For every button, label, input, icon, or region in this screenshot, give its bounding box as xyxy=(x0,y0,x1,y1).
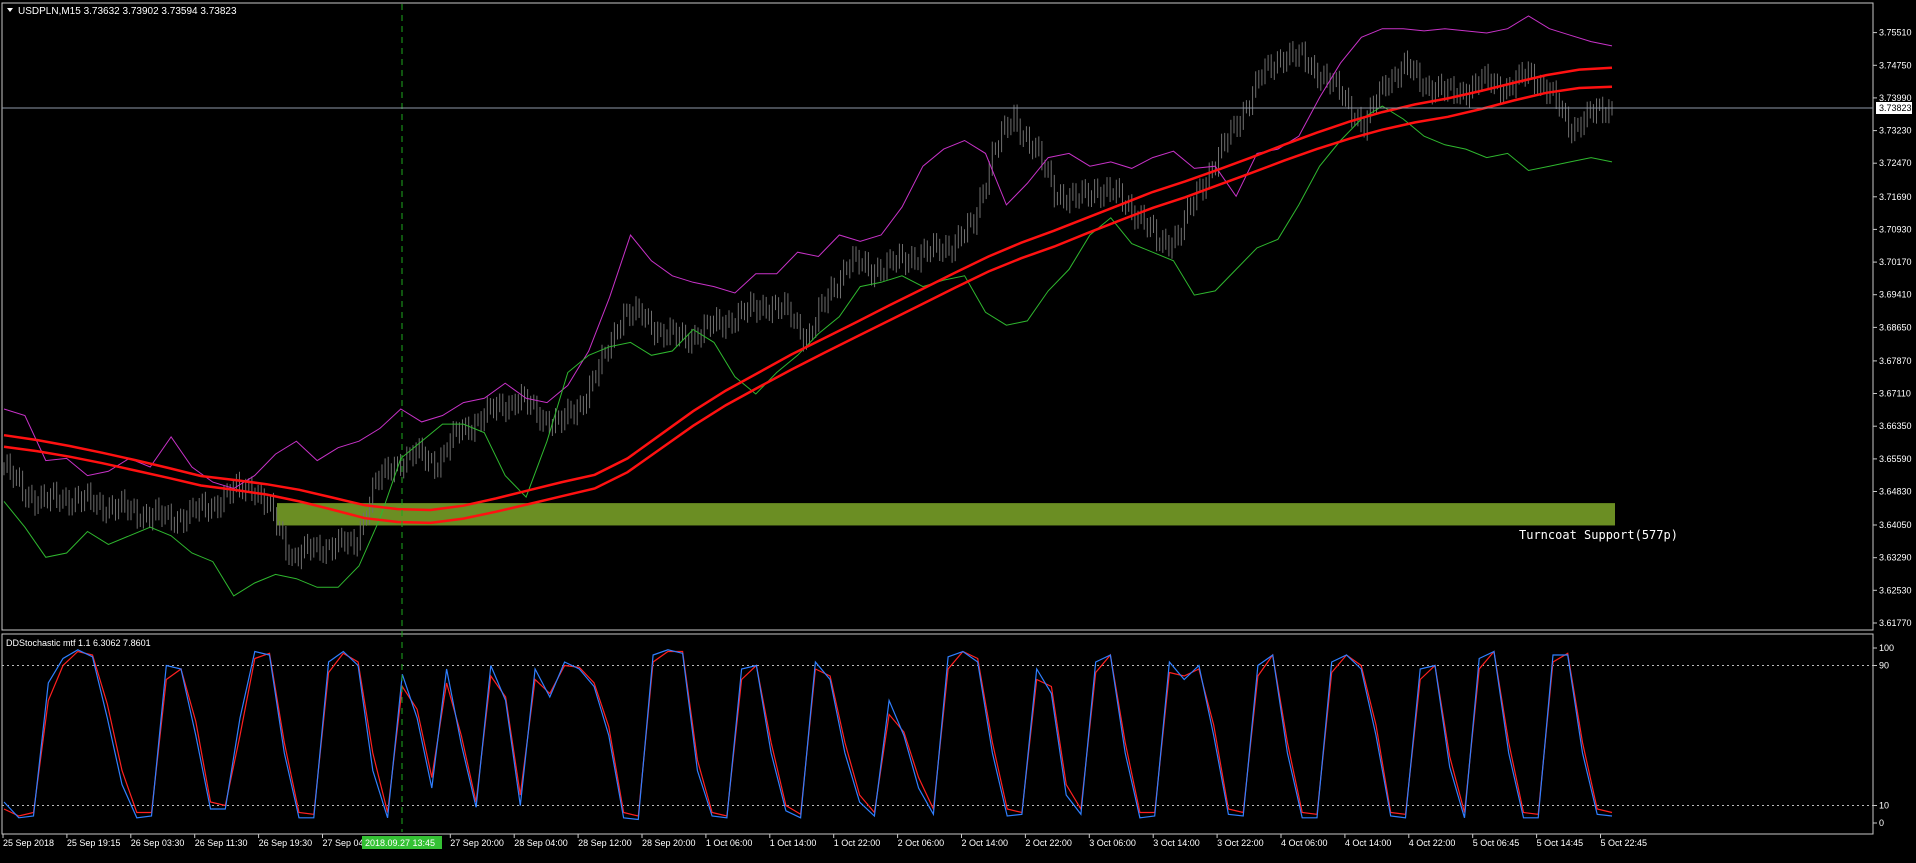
time-axis-label: 28 Sep 04:00 xyxy=(514,838,568,848)
time-axis-label: 5 Oct 06:45 xyxy=(1473,838,1520,848)
time-axis-label: 26 Sep 03:30 xyxy=(131,838,185,848)
time-axis-label: 5 Oct 14:45 xyxy=(1537,838,1584,848)
time-axis-label: 3 Oct 06:00 xyxy=(1089,838,1136,848)
price-axis-label: 3.67870 xyxy=(1879,356,1912,366)
price-axis-label: 3.74750 xyxy=(1879,60,1912,70)
price-axis-label: 3.67110 xyxy=(1879,389,1911,399)
time-axis-label: 3 Oct 22:00 xyxy=(1217,838,1264,848)
time-axis-label: 1 Oct 14:00 xyxy=(770,838,817,848)
price-axis-label: 3.64830 xyxy=(1879,487,1912,497)
time-axis-label: 2 Oct 06:00 xyxy=(898,838,945,848)
time-axis-label: 26 Sep 19:30 xyxy=(259,838,313,848)
price-axis-label: 3.75510 xyxy=(1879,28,1912,38)
stochastic-axis-label: 100 xyxy=(1879,643,1894,653)
support-zone-layer xyxy=(277,503,1615,526)
current-price-label: 3.73823 xyxy=(1879,103,1912,113)
price-axis-label: 3.70930 xyxy=(1879,224,1912,234)
time-axis-label: 28 Sep 12:00 xyxy=(578,838,632,848)
time-axis-label: 26 Sep 11:30 xyxy=(195,838,248,848)
price-axis-label: 3.64050 xyxy=(1879,520,1912,530)
time-axis-label: 25 Sep 2018 xyxy=(3,838,54,848)
price-axis-label: 3.71690 xyxy=(1879,192,1912,202)
price-axis-label: 3.69410 xyxy=(1879,290,1912,300)
stochastic-label: DDStochastic mtf 1.1 6.3062 7.8601 xyxy=(6,638,151,648)
price-axis-label: 3.65590 xyxy=(1879,454,1912,464)
time-axis-label: 2 Oct 14:00 xyxy=(962,838,1009,848)
price-axis-label: 3.66350 xyxy=(1879,421,1912,431)
price-axis-label: 3.63290 xyxy=(1879,553,1912,563)
price-axis-label: 3.70170 xyxy=(1879,257,1912,267)
time-axis-label: 2 Oct 22:00 xyxy=(1025,838,1072,848)
stochastic-axis-label: 90 xyxy=(1879,661,1889,671)
price-axis-label: 3.73990 xyxy=(1879,93,1912,103)
price-axis-label: 3.61770 xyxy=(1879,618,1912,628)
time-axis-label: 5 Oct 22:45 xyxy=(1601,838,1648,848)
main-panel-header: USDPLN,M15 3.73632 3.73902 3.73594 3.738… xyxy=(7,6,237,17)
time-axis-label: 28 Sep 20:00 xyxy=(642,838,696,848)
price-axis-label: 3.62530 xyxy=(1879,585,1912,595)
time-axis-label: 1 Oct 06:00 xyxy=(706,838,753,848)
support-zone-rect xyxy=(277,503,1615,526)
price-axis-label: 3.72470 xyxy=(1879,158,1912,168)
time-axis-label: 27 Sep 20:00 xyxy=(450,838,504,848)
time-axis-label: 4 Oct 06:00 xyxy=(1281,838,1328,848)
symbol-label: USDPLN,M15 3.73632 3.73902 3.73594 3.738… xyxy=(18,6,237,17)
time-axis-label: 25 Sep 19:15 xyxy=(67,838,121,848)
trading-chart[interactable]: 3.75510 3.74750 3.73990 3.73230 3.72470 3.716… xyxy=(0,0,1916,858)
time-axis-label: 4 Oct 14:00 xyxy=(1345,838,1392,848)
time-axis-label: 1 Oct 22:00 xyxy=(834,838,881,848)
price-axis-label: 3.68650 xyxy=(1879,322,1912,332)
time-axis-label: 4 Oct 22:00 xyxy=(1409,838,1456,848)
stochastic-axis-label: 10 xyxy=(1879,801,1889,811)
chart-canvas[interactable]: 3.75510 3.74750 3.73990 3.73230 3.72470 3.716… xyxy=(0,0,1916,858)
crosshair-date-label: 2018.09.27 13:45 xyxy=(365,838,435,848)
support-zone-label: Turncoat Support(577p) xyxy=(1519,528,1678,542)
time-axis-label: 3 Oct 14:00 xyxy=(1153,838,1200,848)
stochastic-axis-label: 0 xyxy=(1879,818,1884,828)
chart-background xyxy=(0,0,1916,858)
price-axis-label: 3.73230 xyxy=(1879,126,1912,136)
time-axis-label: 27 Sep 04: xyxy=(323,838,367,848)
